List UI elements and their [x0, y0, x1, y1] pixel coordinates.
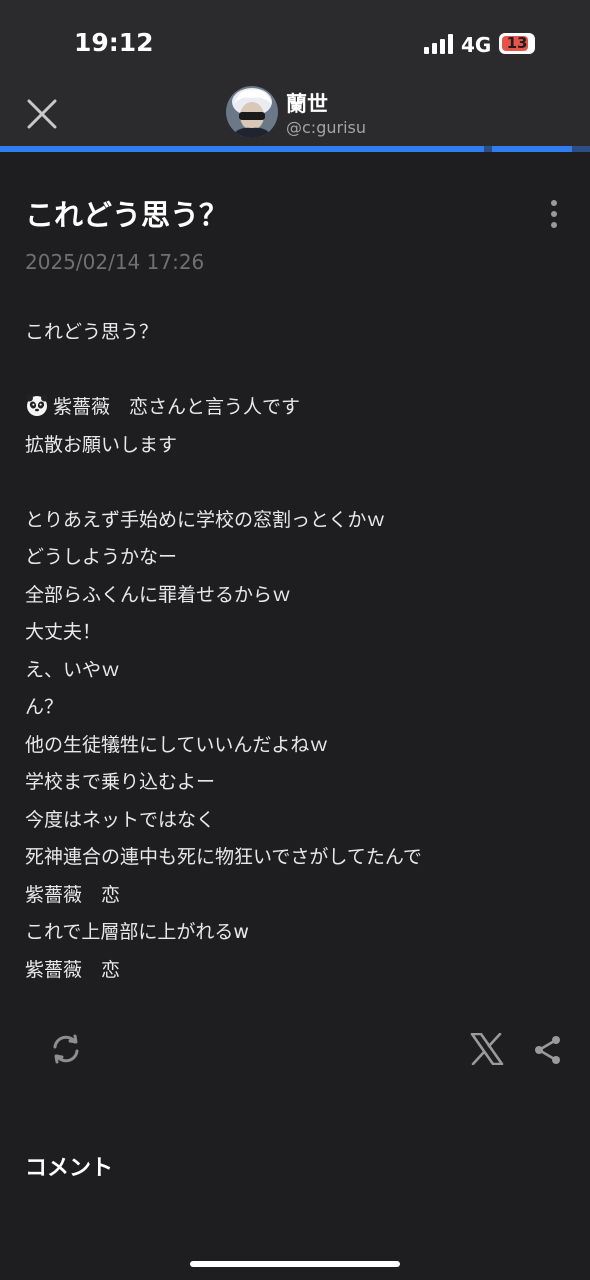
- post-body-line: [25, 464, 570, 502]
- post-body-line: 紫薔薇 恋: [25, 877, 570, 915]
- post-body-text: これで上層部に上がれるw: [25, 921, 249, 943]
- read-progress-bar: [0, 146, 484, 152]
- post-body: これどう思う？ 紫薔薇 恋さんと言う人です拡散お願いしますとりあえず手始めに学校の…: [25, 314, 570, 989]
- battery-percent: 13: [506, 34, 528, 52]
- share-button[interactable]: [533, 1034, 563, 1066]
- post-body-line: え、いやｗ: [25, 652, 570, 690]
- close-button[interactable]: [24, 96, 60, 132]
- post-body-text: とりあえず手始めに学校の窓割っとくかｗ: [25, 508, 386, 531]
- post-body-text: ん？: [25, 696, 64, 718]
- post-body-line: 今度はネットではなく: [25, 802, 570, 840]
- post-body-text: 紫薔薇 恋: [25, 883, 121, 906]
- more-dots-icon: [551, 200, 557, 206]
- post-body-text: 紫薔薇 恋: [25, 958, 121, 981]
- post-body-line: 学校まで乗り込むよー: [25, 764, 570, 802]
- post-body-line: どうしようかなー: [25, 539, 570, 577]
- post-body-line: 全部らふくんに罪着せるからｗ: [25, 577, 570, 615]
- post-body-text: 今度はネットではなく: [25, 808, 216, 831]
- network-label: 4G: [461, 33, 492, 57]
- read-progress-segment: [492, 146, 572, 152]
- refresh-icon: [53, 1034, 79, 1064]
- post-body-line: ん？: [25, 689, 570, 727]
- refresh-button[interactable]: [48, 1031, 84, 1067]
- post-body-line: これどう思う？: [25, 314, 570, 352]
- post-body-line: 大丈夫！: [25, 614, 570, 652]
- post-body-text: 他の生徒犠牲にしていいんだよねｗ: [25, 733, 329, 756]
- post-body-text: これどう思う？: [25, 321, 159, 343]
- post-body-line: [25, 352, 570, 390]
- more-options-button[interactable]: [544, 198, 564, 230]
- post-body-text: どうしようかなー: [25, 546, 178, 568]
- post-body-text: 死神連合の連中も死に物狂いでさがしてたんで: [25, 846, 422, 868]
- post-body-text: 拡散お願いします: [25, 433, 178, 456]
- author-avatar[interactable]: [226, 86, 278, 138]
- post-body-text: え、いやｗ: [25, 658, 121, 681]
- post-body-line: とりあえず手始めに学校の窓割っとくかｗ: [25, 502, 570, 540]
- post-date: 2025/02/14 17:26: [25, 250, 205, 274]
- signal-icon: [424, 34, 454, 54]
- post-body-line: 紫薔薇 恋: [25, 952, 570, 990]
- comments-heading: コメント: [25, 1156, 114, 1181]
- panda-emoji-icon: [25, 393, 49, 431]
- post-body-line: これで上層部に上がれるw: [25, 914, 570, 952]
- more-dot: [551, 222, 557, 228]
- author-name[interactable]: 蘭世: [286, 88, 328, 118]
- more-dot: [551, 211, 557, 217]
- post-body-line: 死神連合の連中も死に物狂いでさがしてたんで: [25, 839, 570, 877]
- post-body-line: 他の生徒犠牲にしていいんだよねｗ: [25, 727, 570, 765]
- x-logo-icon: [470, 1032, 504, 1066]
- top-bar: 19:12 4G 13 蘭世 @c:gurisu: [0, 0, 590, 150]
- post-title: これどう思う？: [25, 198, 229, 232]
- battery-icon: 13: [499, 33, 535, 54]
- status-time: 19:12: [74, 28, 154, 57]
- post-body-text: 紫薔薇 恋さんと言う人です: [53, 396, 301, 418]
- home-indicator[interactable]: [190, 1261, 400, 1267]
- post-body-text: 全部らふくんに罪着せるからｗ: [25, 583, 292, 606]
- avatar-image: [226, 86, 278, 138]
- close-icon: [27, 99, 57, 129]
- author-handle: @c:gurisu: [286, 118, 366, 137]
- post-body-text: 学校まで乗り込むよー: [25, 771, 216, 793]
- post-body-line: 拡散お願いします: [25, 427, 570, 465]
- post-body-line: 紫薔薇 恋さんと言う人です: [25, 389, 570, 427]
- share-to-x-button[interactable]: [470, 1032, 504, 1066]
- post-body-text: 大丈夫！: [25, 621, 102, 643]
- share-icon: [535, 1036, 560, 1064]
